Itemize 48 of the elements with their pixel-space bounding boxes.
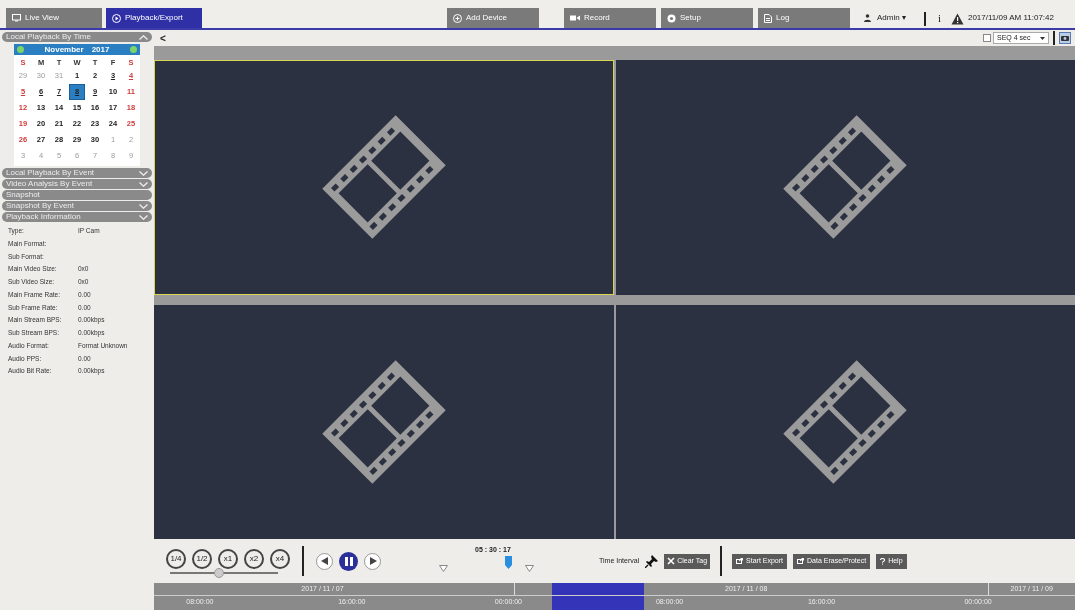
video-tile[interactable] — [154, 304, 614, 539]
triangle-right-icon — [368, 557, 377, 565]
pause-icon — [344, 556, 353, 566]
monitor-icon — [12, 14, 21, 22]
camera-icon — [1061, 35, 1069, 41]
range-marker-icon[interactable] — [525, 565, 534, 572]
nav-tab[interactable]: Setup — [661, 8, 753, 28]
collapse-button[interactable]: < — [158, 30, 168, 46]
document-icon — [764, 13, 772, 23]
caret-icon — [1040, 36, 1045, 40]
help-icon — [880, 557, 886, 565]
video-camera-icon — [570, 15, 580, 21]
range-marker-icon[interactable] — [439, 565, 448, 572]
speed-button[interactable]: 1/2 — [192, 548, 212, 569]
speed-button[interactable]: x2 — [244, 548, 264, 569]
speed-button[interactable]: x1 — [218, 548, 238, 569]
nav-tab[interactable]: Record — [564, 8, 656, 28]
triangle-left-icon — [320, 557, 329, 565]
date-time: 2017/11/09 AM 11:07:42 — [967, 12, 1054, 24]
step-forward-button[interactable] — [364, 552, 381, 570]
video-tile[interactable] — [615, 60, 1075, 295]
seq-checkbox[interactable] — [983, 34, 991, 42]
plus-icon — [453, 13, 462, 23]
speed-button[interactable]: 1/4 — [166, 548, 186, 569]
user-menu[interactable]: Admin ▾ — [860, 8, 910, 28]
play-icon — [112, 13, 121, 23]
video-tile[interactable] — [615, 304, 1075, 539]
close-icon — [667, 557, 676, 565]
speed-button[interactable]: x4 — [270, 548, 290, 569]
export-icon — [736, 558, 744, 564]
nav-tab[interactable]: Add Device — [447, 8, 539, 28]
calendar-month: November — [44, 43, 84, 56]
info-button[interactable]: i — [935, 8, 943, 28]
chevron-up-icon — [139, 34, 148, 40]
snapshot-button[interactable] — [1059, 32, 1071, 44]
nav-tab[interactable]: Playback/Export — [106, 8, 202, 28]
nav-tab[interactable]: Live View — [6, 8, 102, 28]
user-icon — [864, 14, 871, 22]
calendar-year: 2017 — [91, 43, 110, 56]
pushpin-icon — [645, 554, 659, 568]
warning-icon — [950, 13, 964, 25]
gear-icon — [667, 13, 676, 23]
playhead-icon[interactable] — [505, 556, 512, 569]
pause-button[interactable] — [339, 551, 358, 571]
nav-tab[interactable]: Log — [758, 8, 850, 28]
step-back-button[interactable] — [316, 552, 333, 570]
slider-thumb[interactable] — [213, 567, 224, 578]
export-icon — [797, 558, 804, 564]
